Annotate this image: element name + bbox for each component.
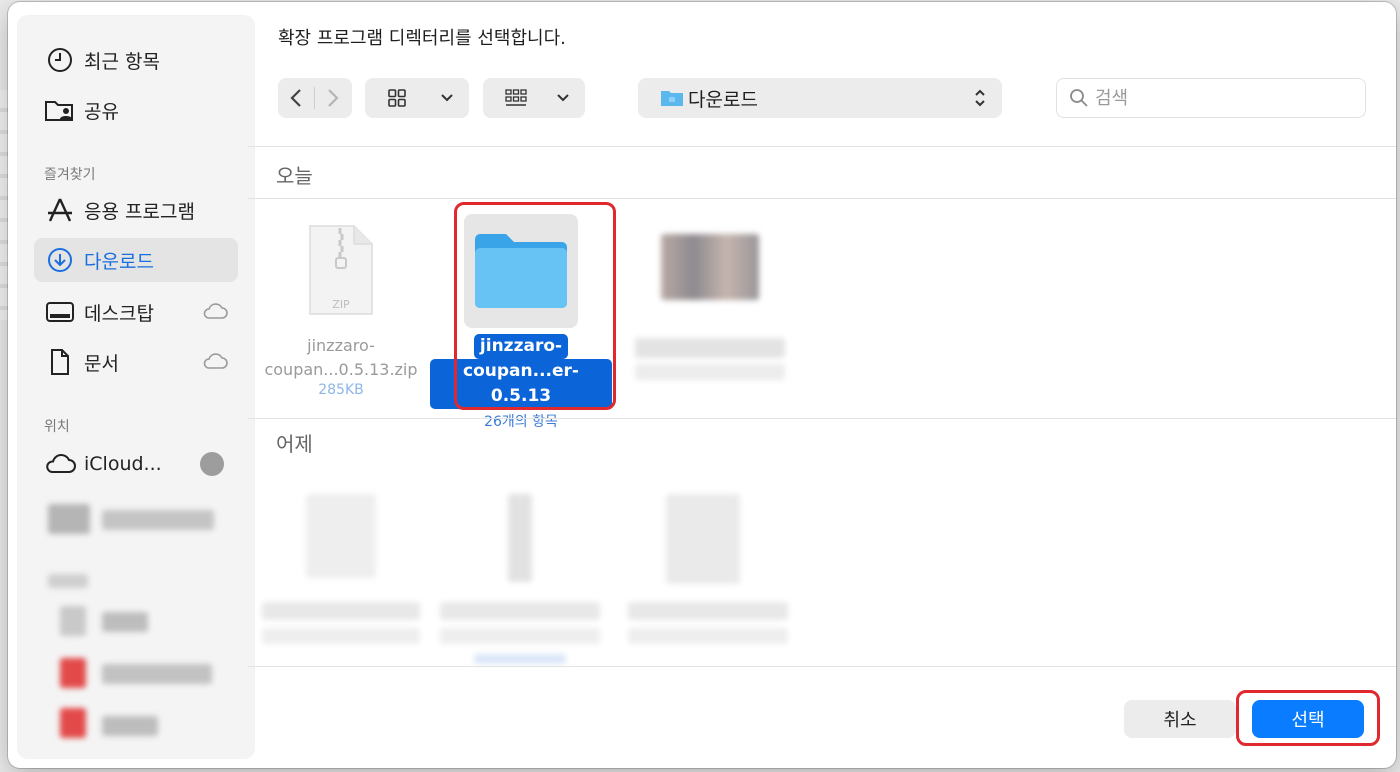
- applications-icon: [42, 195, 78, 225]
- file-name: coupan...0.5.13.zip: [264, 360, 418, 379]
- open-dialog: 최근 항목 공유 즐겨찾기 응용 프로그램 다운로드 데스크탑 문서 위치 iC…: [8, 2, 1396, 768]
- cloud-icon: [42, 449, 78, 479]
- back-button[interactable]: [278, 78, 314, 118]
- desktop-icon: [42, 297, 78, 327]
- group-header-yesterday: 어제: [276, 432, 313, 456]
- blurred-label: [628, 628, 788, 644]
- clock-icon: [42, 45, 78, 75]
- group-divider: [248, 198, 1396, 199]
- blurred-icon: [60, 658, 86, 688]
- icloud-progress-indicator: [200, 452, 224, 476]
- group-icon: [505, 89, 527, 106]
- chevron-right-icon: [328, 89, 339, 107]
- icloud-status-icon: [202, 352, 228, 375]
- sidebar-item-label: 다운로드: [84, 250, 154, 273]
- sidebar-item-label: iCloud...: [84, 453, 162, 475]
- zip-badge: ZIP: [332, 298, 350, 311]
- shared-folder-icon: [42, 95, 78, 125]
- blurred-label: [628, 602, 788, 620]
- zip-file-icon: ZIP: [309, 225, 373, 315]
- sidebar-item-desktop[interactable]: 데스크탑: [34, 290, 238, 334]
- download-icon: [42, 245, 78, 275]
- dialog-title: 확장 프로그램 디렉터리를 선택합니다.: [278, 28, 566, 49]
- annotation-highlight-folder: [454, 202, 616, 410]
- sidebar: 최근 항목 공유 즐겨찾기 응용 프로그램 다운로드 데스크탑 문서 위치 iC…: [18, 16, 254, 758]
- blurred-label: [102, 716, 158, 736]
- blurred-file-icon: [666, 494, 740, 584]
- sidebar-item-applications[interactable]: 응용 프로그램: [34, 188, 238, 232]
- sidebar-item-icloud[interactable]: iCloud...: [34, 442, 238, 486]
- blurred-label: [440, 602, 600, 620]
- chevron-down-icon: [557, 94, 569, 102]
- locations-header: 위치: [44, 419, 70, 435]
- blurred-file-icon: [508, 494, 532, 582]
- sidebar-item-shared[interactable]: 공유: [34, 88, 238, 132]
- file-item-zip[interactable]: ZIP jinzzaro- coupan...0.5.13.zip 285KB: [258, 224, 424, 398]
- updown-chevron-icon: [975, 89, 985, 107]
- footer-divider: [248, 666, 1396, 667]
- cancel-button[interactable]: 취소: [1124, 700, 1236, 738]
- toolbar-divider: [248, 146, 1396, 147]
- blurred-label: [102, 510, 214, 530]
- view-mode-button[interactable]: [365, 78, 469, 118]
- sidebar-item-label: 응용 프로그램: [84, 200, 195, 223]
- blurred-label: [262, 628, 420, 644]
- icloud-status-icon: [202, 302, 228, 325]
- search-field[interactable]: [1056, 78, 1366, 118]
- blurred-icon: [60, 606, 86, 636]
- group-by-button[interactable]: [483, 78, 585, 118]
- blurred-label: [102, 612, 148, 632]
- file-size: 285KB: [318, 382, 364, 398]
- blurred-label: [635, 364, 785, 380]
- blurred-label: [474, 654, 566, 664]
- chevron-down-icon: [441, 94, 453, 102]
- blurred-section: [48, 574, 88, 588]
- search-icon: [1070, 89, 1088, 107]
- forward-button[interactable]: [315, 78, 351, 118]
- location-popup[interactable]: 다운로드: [638, 78, 1002, 118]
- blurred-thumbnail: [661, 234, 759, 300]
- file-name: jinzzaro-: [307, 336, 375, 355]
- favorites-header: 즐겨찾기: [44, 167, 96, 183]
- sidebar-item-label: 데스크탑: [84, 302, 154, 325]
- sidebar-item-label: 문서: [84, 352, 119, 375]
- blurred-label: [102, 664, 212, 684]
- sidebar-item-documents[interactable]: 문서: [34, 340, 238, 384]
- blurred-label: [635, 338, 785, 358]
- item-count: 26개의 항목: [484, 414, 558, 430]
- file-item-image-blurred[interactable]: [620, 234, 800, 380]
- sidebar-item-recent[interactable]: 최근 항목: [34, 38, 238, 82]
- sidebar-item-downloads[interactable]: 다운로드: [34, 238, 238, 282]
- blurred-icon: [48, 504, 90, 534]
- blurred-label: [440, 628, 600, 644]
- folder-icon: [661, 91, 683, 106]
- blurred-file-icon: [306, 494, 376, 578]
- sidebar-item-label: 공유: [84, 100, 119, 123]
- nav-button-group: [278, 78, 352, 118]
- grid-view-icon: [388, 89, 406, 107]
- blurred-label: [262, 602, 420, 620]
- search-input[interactable]: [1095, 87, 1335, 109]
- group-divider: [248, 418, 1396, 419]
- chevron-left-icon: [290, 89, 301, 107]
- sidebar-item-label: 최근 항목: [84, 50, 160, 73]
- document-icon: [42, 347, 78, 377]
- annotation-highlight-select: [1236, 690, 1380, 746]
- group-header-today: 오늘: [276, 164, 313, 188]
- location-label: 다운로드: [688, 88, 758, 111]
- blurred-icon: [60, 708, 86, 738]
